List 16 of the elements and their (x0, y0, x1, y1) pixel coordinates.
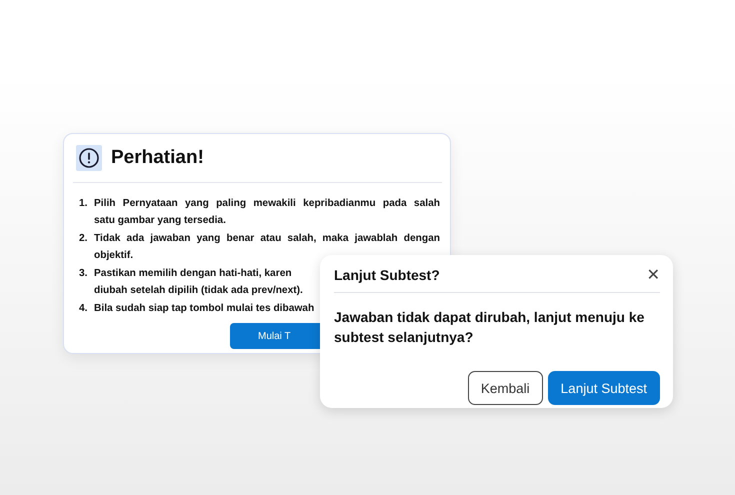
list-number: 4. (79, 302, 88, 316)
alert-icon (76, 145, 102, 171)
continue-button[interactable]: Lanjut Subtest (548, 371, 660, 405)
back-button[interactable]: Kembali (468, 371, 543, 405)
list-text: objektif. (94, 249, 134, 263)
list-number: 3. (79, 267, 88, 281)
notice-title: Perhatian! (111, 147, 204, 169)
list-text: Bila sudah siap tap tombol mulai tes dibawah (94, 302, 314, 316)
list-number: 1. (79, 197, 88, 211)
list-number: 2. (79, 232, 88, 246)
list-text: satu gambar yang tersedia. (94, 214, 226, 228)
list-text: Pilih Pernyataan yang paling mewakili kepribadianmu pada salah (94, 197, 440, 211)
dialog-title: Lanjut Subtest? (334, 267, 440, 283)
list-text: diubah setelah dipilih (tidak ada prev/next). (94, 284, 303, 298)
list-text: Tidak ada jawaban yang benar atau salah, maka jawablah dengan (94, 232, 440, 246)
list-text: Pastikan memilih dengan hati-hati, karen (94, 267, 292, 281)
